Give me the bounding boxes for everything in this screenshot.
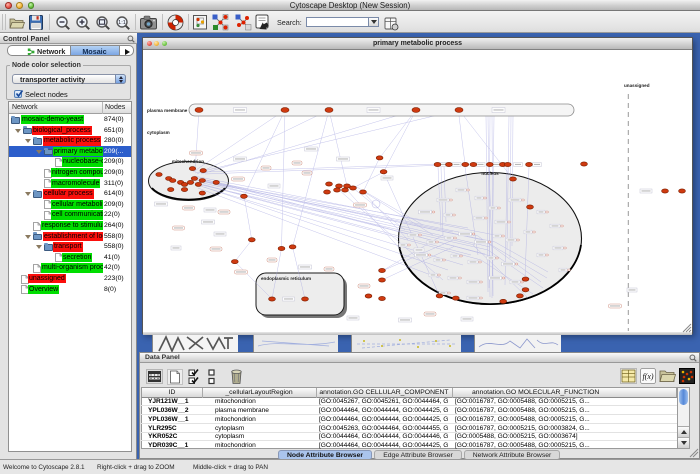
svg-text:f(x): f(x)	[642, 372, 653, 381]
svg-text:plasma membrane: plasma membrane	[147, 108, 188, 113]
svg-text:nucleus: nucleus	[481, 171, 499, 176]
svg-text:mitochondrion: mitochondrion	[172, 159, 204, 164]
svg-text:1:1: 1:1	[118, 20, 126, 26]
svg-text:endoplasmic reticulum: endoplasmic reticulum	[261, 276, 311, 281]
svg-text:cytoplasm: cytoplasm	[147, 130, 170, 135]
svg-text:unassigned: unassigned	[624, 83, 650, 88]
